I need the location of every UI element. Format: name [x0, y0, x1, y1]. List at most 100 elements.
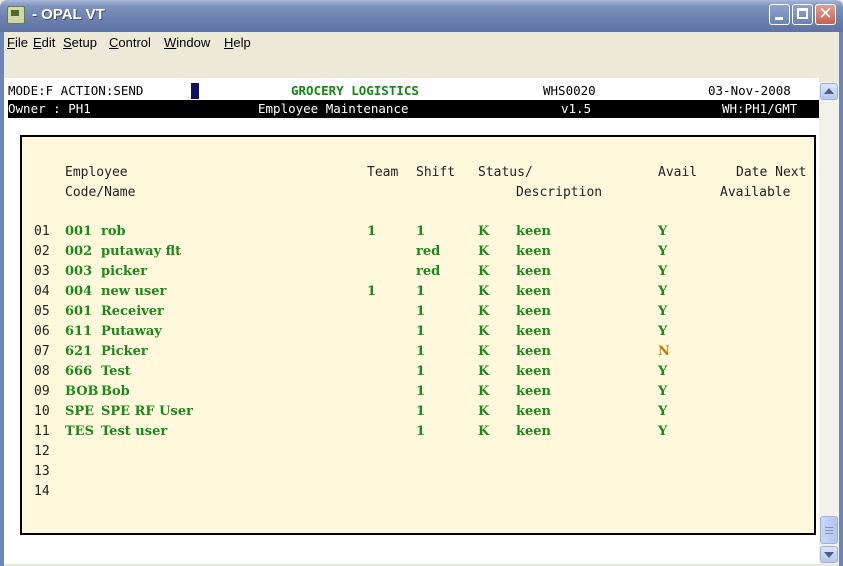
employee-name[interactable]: Picker: [101, 342, 148, 362]
status-field[interactable]: K: [478, 342, 489, 362]
row-number: 01: [34, 224, 50, 239]
employee-panel: Employee Code/Name Team Shift Status/ De…: [20, 135, 816, 535]
status-field[interactable]: K: [478, 422, 489, 442]
avail-field[interactable]: Y: [658, 222, 667, 242]
avail-field[interactable]: Y: [658, 422, 667, 442]
shift-field[interactable]: 1: [416, 422, 425, 442]
status-description: keen: [516, 384, 552, 399]
row-number: 13: [34, 464, 50, 479]
shift-field[interactable]: 1: [416, 342, 425, 362]
avail-field[interactable]: Y: [658, 302, 667, 322]
avail-field[interactable]: Y: [658, 382, 667, 402]
status-field[interactable]: K: [478, 322, 489, 342]
version: v1.5: [561, 101, 592, 116]
employee-code[interactable]: 621: [65, 342, 92, 362]
col-date-next: Date Next: [736, 165, 807, 180]
avail-field[interactable]: Y: [658, 242, 667, 262]
employee-name[interactable]: rob: [101, 222, 126, 242]
grip-line: [825, 527, 833, 528]
avail-field[interactable]: Y: [658, 282, 667, 302]
app-icon[interactable]: [7, 6, 25, 24]
shift-field[interactable]: 1: [416, 282, 425, 302]
employee-code[interactable]: 003: [65, 262, 92, 282]
status-description: keen: [516, 324, 552, 339]
employee-code[interactable]: 601: [65, 302, 92, 322]
maximize-icon: [797, 8, 808, 19]
row-number: 06: [34, 324, 50, 339]
employee-name[interactable]: Receiver: [101, 302, 164, 322]
menu-help[interactable]: Help: [224, 35, 251, 50]
row-number: 11: [34, 424, 50, 439]
scroll-down-button[interactable]: [820, 546, 838, 563]
menu-file[interactable]: File: [7, 35, 28, 50]
team-field[interactable]: 1: [367, 282, 376, 302]
program-code: WHS0020: [543, 83, 596, 98]
employee-code[interactable]: SPE: [65, 402, 94, 422]
screen-title: Employee Maintenance: [258, 101, 409, 116]
close-icon: ✕: [818, 4, 833, 24]
employee-name[interactable]: Putaway: [101, 322, 162, 342]
avail-field[interactable]: Y: [658, 362, 667, 382]
team-field[interactable]: 1: [367, 222, 376, 242]
scroll-thumb[interactable]: [820, 516, 838, 544]
employee-name[interactable]: SPE RF User: [101, 402, 193, 422]
shift-field[interactable]: red: [416, 242, 440, 262]
status-field[interactable]: K: [478, 382, 489, 402]
shift-field[interactable]: 1: [416, 382, 425, 402]
shift-field[interactable]: 1: [416, 402, 425, 422]
vertical-scrollbar[interactable]: [819, 82, 839, 564]
avail-field[interactable]: Y: [658, 322, 667, 342]
employee-name[interactable]: Bob: [101, 382, 130, 402]
shift-field[interactable]: 1: [416, 222, 425, 242]
employee-code[interactable]: 611: [65, 322, 92, 342]
employee-name[interactable]: new user: [101, 282, 166, 302]
status-field[interactable]: K: [478, 302, 489, 322]
maximize-button[interactable]: [792, 4, 813, 25]
status-field[interactable]: K: [478, 362, 489, 382]
menu-setup[interactable]: Setup: [63, 35, 97, 50]
status-field[interactable]: K: [478, 242, 489, 262]
col-status: Status/: [478, 165, 533, 180]
avail-field[interactable]: N: [658, 342, 670, 362]
menu-window[interactable]: Window: [164, 35, 210, 50]
row-number: 05: [34, 304, 50, 319]
chevron-down-icon: [824, 552, 834, 558]
employee-name[interactable]: picker: [101, 262, 147, 282]
row-number: 14: [34, 484, 50, 499]
shift-field[interactable]: 1: [416, 362, 425, 382]
window-frame-right: [839, 32, 843, 566]
row-number: 10: [34, 404, 50, 419]
status-field[interactable]: K: [478, 402, 489, 422]
close-button[interactable]: ✕: [815, 4, 836, 25]
employee-code[interactable]: 004: [65, 282, 92, 302]
employee-name[interactable]: putaway flt: [101, 242, 181, 262]
avail-field[interactable]: Y: [658, 402, 667, 422]
status-description: keen: [516, 364, 552, 379]
status-field[interactable]: K: [478, 262, 489, 282]
shift-field[interactable]: red: [416, 262, 440, 282]
employee-code[interactable]: BOB: [65, 382, 99, 402]
employee-code[interactable]: 001: [65, 222, 92, 242]
menu-control[interactable]: Control: [109, 35, 151, 50]
scroll-up-button[interactable]: [820, 83, 838, 100]
owner: Owner : PH1: [8, 101, 91, 116]
status-description: keen: [516, 264, 552, 279]
minimize-button[interactable]: [769, 4, 790, 25]
title-bar: - OPAL VT ✕: [0, 0, 843, 32]
col-description: Description: [516, 185, 603, 200]
employee-name[interactable]: Test: [101, 362, 131, 382]
employee-code[interactable]: TES: [65, 422, 94, 442]
row-number: 08: [34, 364, 50, 379]
employee-code[interactable]: 666: [65, 362, 92, 382]
menu-edit[interactable]: Edit: [33, 35, 55, 50]
row-number: 03: [34, 264, 50, 279]
text-cursor: [191, 83, 199, 99]
avail-field[interactable]: Y: [658, 262, 667, 282]
shift-field[interactable]: 1: [416, 322, 425, 342]
company-name: GROCERY LOGISTICS: [291, 83, 419, 98]
shift-field[interactable]: 1: [416, 302, 425, 322]
employee-code[interactable]: 002: [65, 242, 92, 262]
status-field[interactable]: K: [478, 282, 489, 302]
status-field[interactable]: K: [478, 222, 489, 242]
employee-name[interactable]: Test user: [101, 422, 167, 442]
